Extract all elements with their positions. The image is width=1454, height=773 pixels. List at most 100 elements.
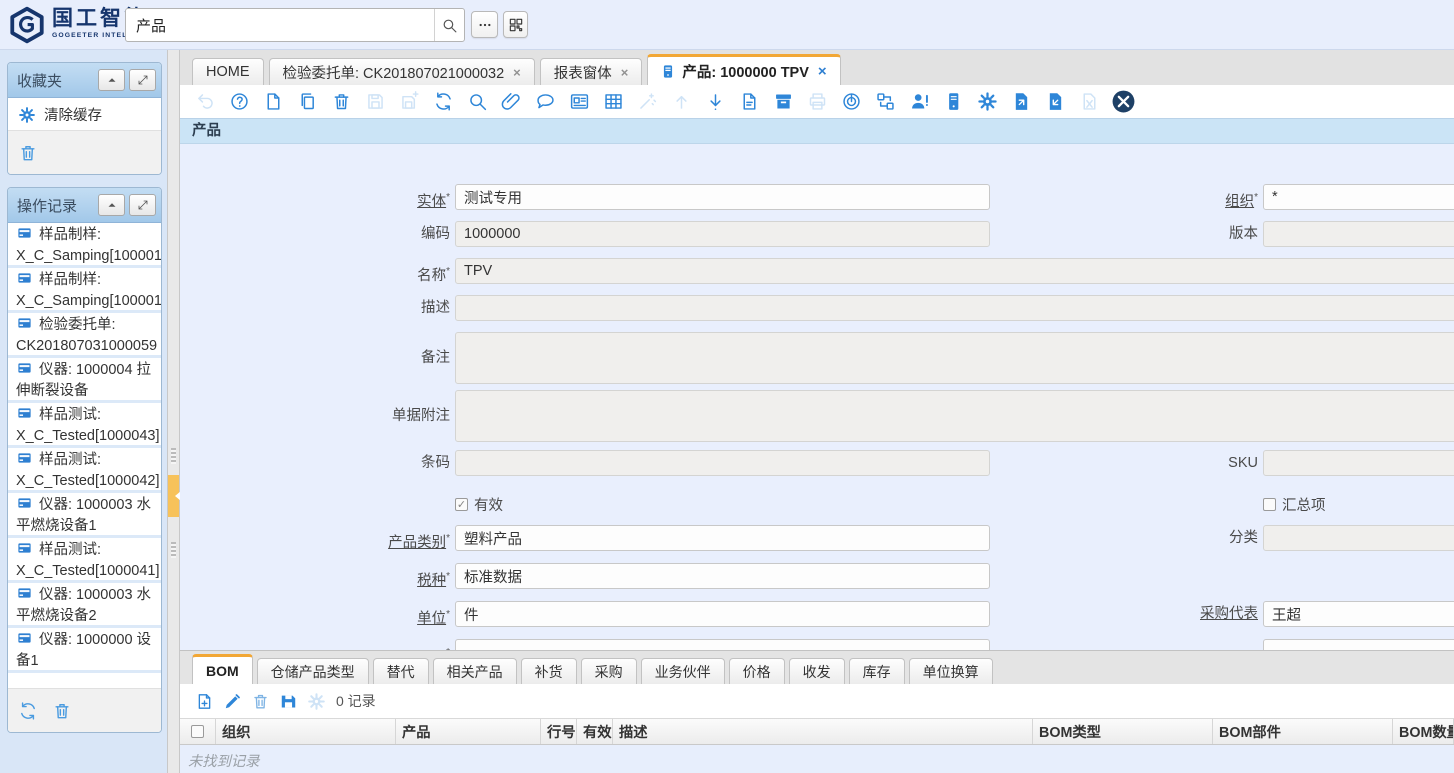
tab-home[interactable]: HOME bbox=[192, 58, 264, 85]
qr-button[interactable] bbox=[503, 11, 528, 38]
tab-product[interactable]: 产品: 1000000 TPV× bbox=[647, 54, 840, 85]
card-view-icon-button[interactable] bbox=[562, 85, 596, 118]
archive-icon-button[interactable] bbox=[766, 85, 800, 118]
column-header-bom-part[interactable]: BOM部件 bbox=[1213, 719, 1393, 744]
user-alert-icon-button[interactable] bbox=[902, 85, 936, 118]
history-item[interactable]: 仪器: 1000000 设备1 bbox=[8, 628, 161, 673]
pdf-icon-button[interactable] bbox=[732, 85, 766, 118]
collapse-button[interactable] bbox=[98, 69, 125, 91]
column-header-bom-qty[interactable]: BOM数量 bbox=[1393, 719, 1454, 744]
detail-tab-warehouse-product-type[interactable]: 仓储产品类型 bbox=[257, 658, 369, 684]
collapse-button[interactable] bbox=[98, 194, 125, 216]
detail-tab-price[interactable]: 价格 bbox=[729, 658, 785, 684]
tab-inspection-order[interactable]: 检验委托单: CK201807021000032× bbox=[269, 58, 535, 85]
file-import-icon-button[interactable] bbox=[1038, 85, 1072, 118]
next-field-right[interactable] bbox=[1263, 639, 1454, 650]
category-label[interactable]: 产品类别* bbox=[304, 525, 450, 557]
history-item[interactable]: 样品制样: X_C_Samping[1000016] bbox=[8, 223, 161, 268]
search-button[interactable] bbox=[434, 9, 464, 41]
detail-tab-purchase[interactable]: 采购 bbox=[581, 658, 637, 684]
history-item[interactable]: 样品测试: X_C_Tested[1000041] bbox=[8, 538, 161, 583]
close-tab-icon[interactable]: × bbox=[818, 63, 827, 80]
description-field[interactable] bbox=[455, 295, 1454, 321]
close-tab-icon[interactable]: × bbox=[621, 65, 629, 80]
sku-field[interactable] bbox=[1263, 450, 1454, 476]
history-item[interactable]: 样品测试: X_C_Tested[1000043] bbox=[8, 403, 161, 448]
splitter-collapse-handle[interactable] bbox=[168, 475, 179, 517]
comment-icon-button[interactable] bbox=[528, 85, 562, 118]
history-item[interactable]: 仪器: 1000004 拉伸断裂设备 bbox=[8, 358, 161, 403]
select-all-checkbox[interactable] bbox=[191, 725, 204, 738]
close-circle-icon-button[interactable] bbox=[1106, 85, 1140, 118]
unit-label[interactable]: 单位* bbox=[304, 601, 450, 633]
more-button[interactable] bbox=[471, 11, 498, 38]
org-label[interactable]: 组织* bbox=[1108, 184, 1258, 216]
entity-field[interactable] bbox=[455, 184, 990, 210]
column-header-org[interactable]: 组织 bbox=[216, 719, 396, 744]
tax-label[interactable]: 税种* bbox=[304, 563, 450, 595]
detail-tab-related-products[interactable]: 相关产品 bbox=[433, 658, 517, 684]
workflow-icon-button[interactable] bbox=[868, 85, 902, 118]
column-header-description[interactable]: 描述 bbox=[613, 719, 1033, 744]
column-header-line-no[interactable]: 行号 bbox=[541, 719, 577, 744]
trash-icon[interactable] bbox=[18, 143, 38, 163]
refresh-icon-button[interactable] bbox=[426, 85, 460, 118]
device-icon-button[interactable] bbox=[936, 85, 970, 118]
expand-button[interactable] bbox=[129, 69, 156, 91]
buyer-field[interactable] bbox=[1263, 601, 1454, 627]
checkbox-checked-icon[interactable]: ✓ bbox=[455, 498, 468, 511]
detail-tab-bom[interactable]: BOM bbox=[192, 654, 253, 684]
version-field[interactable] bbox=[1263, 221, 1454, 247]
add-record-icon-button[interactable] bbox=[190, 685, 218, 718]
process-icon-button[interactable] bbox=[834, 85, 868, 118]
unit-field[interactable] bbox=[455, 601, 990, 627]
summary-checkbox[interactable]: 汇总项 bbox=[1263, 494, 1326, 514]
tax-field[interactable] bbox=[455, 563, 990, 589]
save-solid-icon-button[interactable] bbox=[274, 685, 302, 718]
detail-tab-business-partner[interactable]: 业务伙伴 bbox=[641, 658, 725, 684]
delete-icon-button[interactable] bbox=[324, 85, 358, 118]
search-input[interactable] bbox=[126, 9, 434, 41]
move-down-icon-button[interactable] bbox=[698, 85, 732, 118]
detail-tab-receipt-dispatch[interactable]: 收发 bbox=[789, 658, 845, 684]
history-item[interactable]: 仪器: 1000003 水平燃烧设备2 bbox=[8, 583, 161, 628]
classification-field[interactable] bbox=[1263, 525, 1454, 551]
history-item[interactable]: 样品制样: X_C_Samping[1000015] bbox=[8, 268, 161, 313]
detail-tab-unit-conversion[interactable]: 单位换算 bbox=[909, 658, 993, 684]
column-header-bom-type[interactable]: BOM类型 bbox=[1033, 719, 1213, 744]
org-field[interactable] bbox=[1263, 184, 1454, 210]
column-header-product[interactable]: 产品 bbox=[396, 719, 541, 744]
expand-button[interactable] bbox=[129, 194, 156, 216]
detail-tab-inventory[interactable]: 库存 bbox=[849, 658, 905, 684]
entity-label[interactable]: 实体* bbox=[304, 184, 450, 216]
doc-note-field[interactable] bbox=[455, 390, 1454, 442]
history-item[interactable]: 检验委托单: CK201807031000059 bbox=[8, 313, 161, 358]
code-field[interactable] bbox=[455, 221, 990, 247]
column-header-select[interactable] bbox=[180, 719, 216, 744]
tab-report-window[interactable]: 报表窗体× bbox=[540, 58, 643, 85]
buyer-label[interactable]: 采购代表 bbox=[1108, 601, 1258, 628]
barcode-field[interactable] bbox=[455, 450, 990, 476]
help-icon-button[interactable] bbox=[222, 85, 256, 118]
detail-tab-replenishment[interactable]: 补货 bbox=[521, 658, 577, 684]
sidebar-splitter[interactable] bbox=[167, 50, 180, 773]
refresh-icon[interactable] bbox=[18, 701, 38, 721]
favorite-item-clear-cache[interactable]: 清除缓存 bbox=[8, 98, 161, 131]
detail-tab-substitute[interactable]: 替代 bbox=[373, 658, 429, 684]
file-export-icon-button[interactable] bbox=[1004, 85, 1038, 118]
edit-icon-button[interactable] bbox=[218, 685, 246, 718]
copy-icon-button[interactable] bbox=[290, 85, 324, 118]
history-item[interactable]: 样品测试: X_C_Tested[1000042] bbox=[8, 448, 161, 493]
next-field[interactable] bbox=[455, 639, 990, 650]
search-icon-button[interactable] bbox=[460, 85, 494, 118]
history-item[interactable]: 仪器: 1000003 水平燃烧设备1 bbox=[8, 493, 161, 538]
remark-field[interactable] bbox=[455, 332, 1454, 384]
name-field[interactable] bbox=[455, 258, 1454, 284]
close-tab-icon[interactable]: × bbox=[513, 65, 521, 80]
checkbox-unchecked-icon[interactable] bbox=[1263, 498, 1276, 511]
column-header-valid[interactable]: 有效 bbox=[577, 719, 613, 744]
attachment-icon-button[interactable] bbox=[494, 85, 528, 118]
grid-view-icon-button[interactable] bbox=[596, 85, 630, 118]
settings-icon-button[interactable] bbox=[970, 85, 1004, 118]
trash-icon[interactable] bbox=[52, 701, 72, 721]
